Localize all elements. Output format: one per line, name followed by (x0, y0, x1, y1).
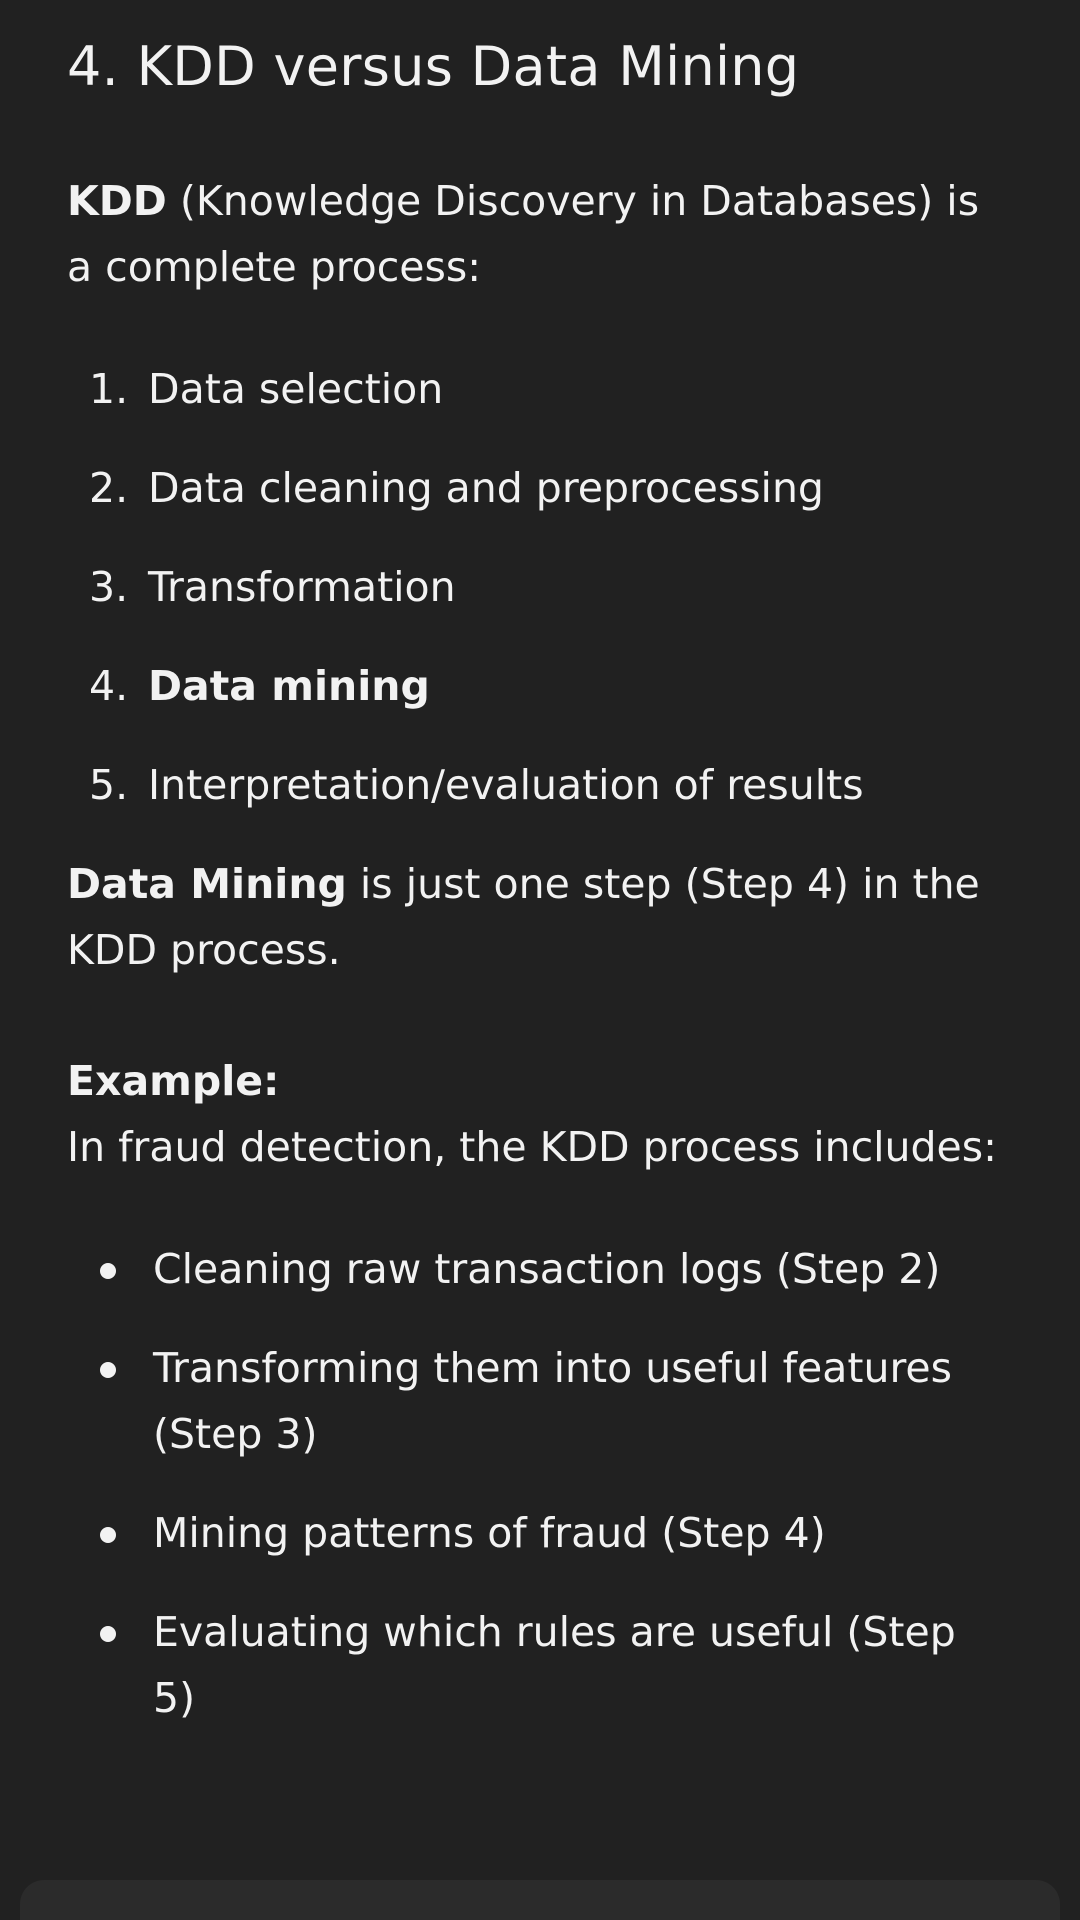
kdd-step-item: 4. Data mining (67, 653, 1017, 719)
bullet-dot-icon (100, 1626, 116, 1642)
step-number: 2. (89, 464, 129, 512)
step-label: Data mining (148, 662, 430, 710)
data-mining-note: Data Mining is just one step (Step 4) in… (67, 851, 1017, 983)
example-item-text: Evaluating which rules are useful (Step … (153, 1608, 956, 1722)
section-heading: 4. KDD versus Data Mining (67, 35, 800, 98)
step-number: 1. (89, 365, 129, 413)
example-item-text: Mining patterns of fraud (Step 4) (153, 1509, 826, 1557)
example-list-item: Evaluating which rules are useful (Step … (67, 1599, 1007, 1731)
example-block: Example: In fraud detection, the KDD pro… (67, 1048, 1017, 1180)
kdd-step-item: 2. Data cleaning and preprocessing (67, 455, 1017, 521)
example-steps-list: Cleaning raw transaction logs (Step 2) T… (67, 1236, 1007, 1731)
example-label: Example: (67, 1057, 280, 1105)
kdd-intro-text: (Knowledge Discovery in Databases) is a … (67, 177, 980, 291)
bottom-card-edge (20, 1880, 1060, 1920)
step-label: Data selection (148, 365, 444, 413)
example-item-text: Transforming them into useful features (… (153, 1344, 952, 1458)
bullet-dot-icon (100, 1527, 116, 1543)
bullet-dot-icon (100, 1263, 116, 1279)
example-list-item: Mining patterns of fraud (Step 4) (67, 1500, 1007, 1566)
step-label: Data cleaning and preprocessing (148, 464, 824, 512)
kdd-step-item: 1. Data selection (67, 356, 1017, 422)
kdd-steps-list: 1. Data selection 2. Data cleaning and pre… (67, 356, 1017, 818)
example-item-text: Cleaning raw transaction logs (Step 2) (153, 1245, 941, 1293)
step-number: 4. (89, 662, 129, 710)
kdd-intro-paragraph: KDD (Knowledge Discovery in Databases) i… (67, 168, 1017, 300)
kdd-step-item: 3. Transformation (67, 554, 1017, 620)
step-label: Interpretation/evaluation of results (148, 761, 864, 809)
kdd-term: KDD (67, 177, 167, 225)
step-label: Transformation (148, 563, 456, 611)
step-number: 5. (89, 761, 129, 809)
kdd-step-item: 5. Interpretation/evaluation of results (67, 752, 1017, 818)
example-text: In fraud detection, the KDD process incl… (67, 1123, 997, 1171)
example-list-item: Transforming them into useful features (… (67, 1335, 1007, 1467)
document-content: 4. KDD versus Data Mining KDD (Knowledge… (67, 0, 1017, 1764)
example-list-item: Cleaning raw transaction logs (Step 2) (67, 1236, 1007, 1302)
data-mining-term: Data Mining (67, 860, 347, 908)
bullet-dot-icon (100, 1362, 116, 1378)
step-number: 3. (89, 563, 129, 611)
